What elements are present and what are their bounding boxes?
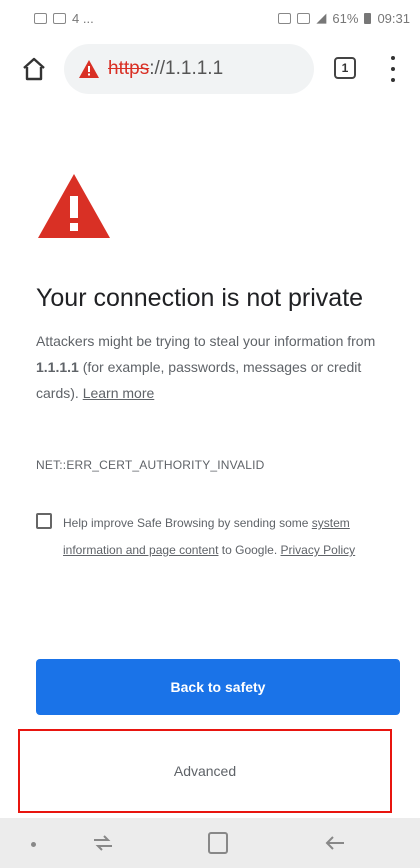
back-to-safety-button[interactable]: Back to safety (36, 659, 400, 715)
security-warning-icon (38, 174, 110, 238)
home-nav-icon[interactable] (208, 832, 228, 854)
url-host: ://1.1.1.1 (149, 58, 224, 79)
description-host: 1.1.1.1 (36, 359, 79, 375)
status-bar: 4 ... ◢ 61% 09:31 (0, 0, 420, 36)
status-left-indicator: 4 ... (72, 10, 94, 26)
error-code: NET::ERR_CERT_AUTHORITY_INVALID (36, 458, 265, 472)
status-left-icons: 4 ... (34, 11, 94, 26)
battery-percent: 61% (332, 10, 359, 26)
home-icon[interactable] (20, 55, 48, 83)
overflow-menu-icon[interactable] (388, 56, 398, 82)
safe-browsing-checkbox[interactable] (36, 513, 52, 529)
browser-toolbar: https://1.1.1.1 1 (0, 36, 420, 102)
signal-icon: ◢ (316, 10, 327, 25)
clock: 09:31 (377, 10, 410, 26)
lock-notification-icon (278, 12, 292, 24)
status-right-icons: ◢ 61% 09:31 (278, 10, 410, 26)
recent-apps-icon[interactable] (90, 830, 116, 856)
privacy-policy-link[interactable]: Privacy Policy (281, 543, 356, 557)
battery-icon (364, 12, 372, 24)
system-navigation-bar (0, 818, 420, 868)
back-arrow-icon[interactable] (322, 830, 348, 856)
safe-browsing-text: Help improve Safe Browsing by sending so… (63, 510, 393, 564)
advanced-label: Advanced (173, 763, 237, 779)
description-text-1: Attackers might be trying to steal your … (36, 333, 376, 349)
advanced-button[interactable]: Advanced (18, 729, 392, 813)
news-notification-icon (53, 12, 66, 24)
page-title: Your connection is not private (36, 284, 364, 312)
warning-description: Attackers might be trying to steal your … (36, 328, 386, 406)
optin-text-1: Help improve Safe Browsing by sending so… (63, 516, 312, 530)
gallery-notification-icon (34, 12, 47, 24)
tab-count: 1 (341, 61, 349, 75)
address-bar[interactable]: https://1.1.1.1 (64, 44, 314, 94)
data-saver-icon (297, 12, 311, 24)
optin-text-2: to Google. (218, 543, 281, 557)
tab-switcher-button[interactable]: 1 (334, 57, 356, 79)
learn-more-link[interactable]: Learn more (83, 385, 155, 401)
not-secure-warning-icon[interactable] (78, 59, 100, 79)
nav-indicator-dot-icon[interactable] (31, 842, 36, 847)
url-scheme: https (108, 58, 150, 79)
